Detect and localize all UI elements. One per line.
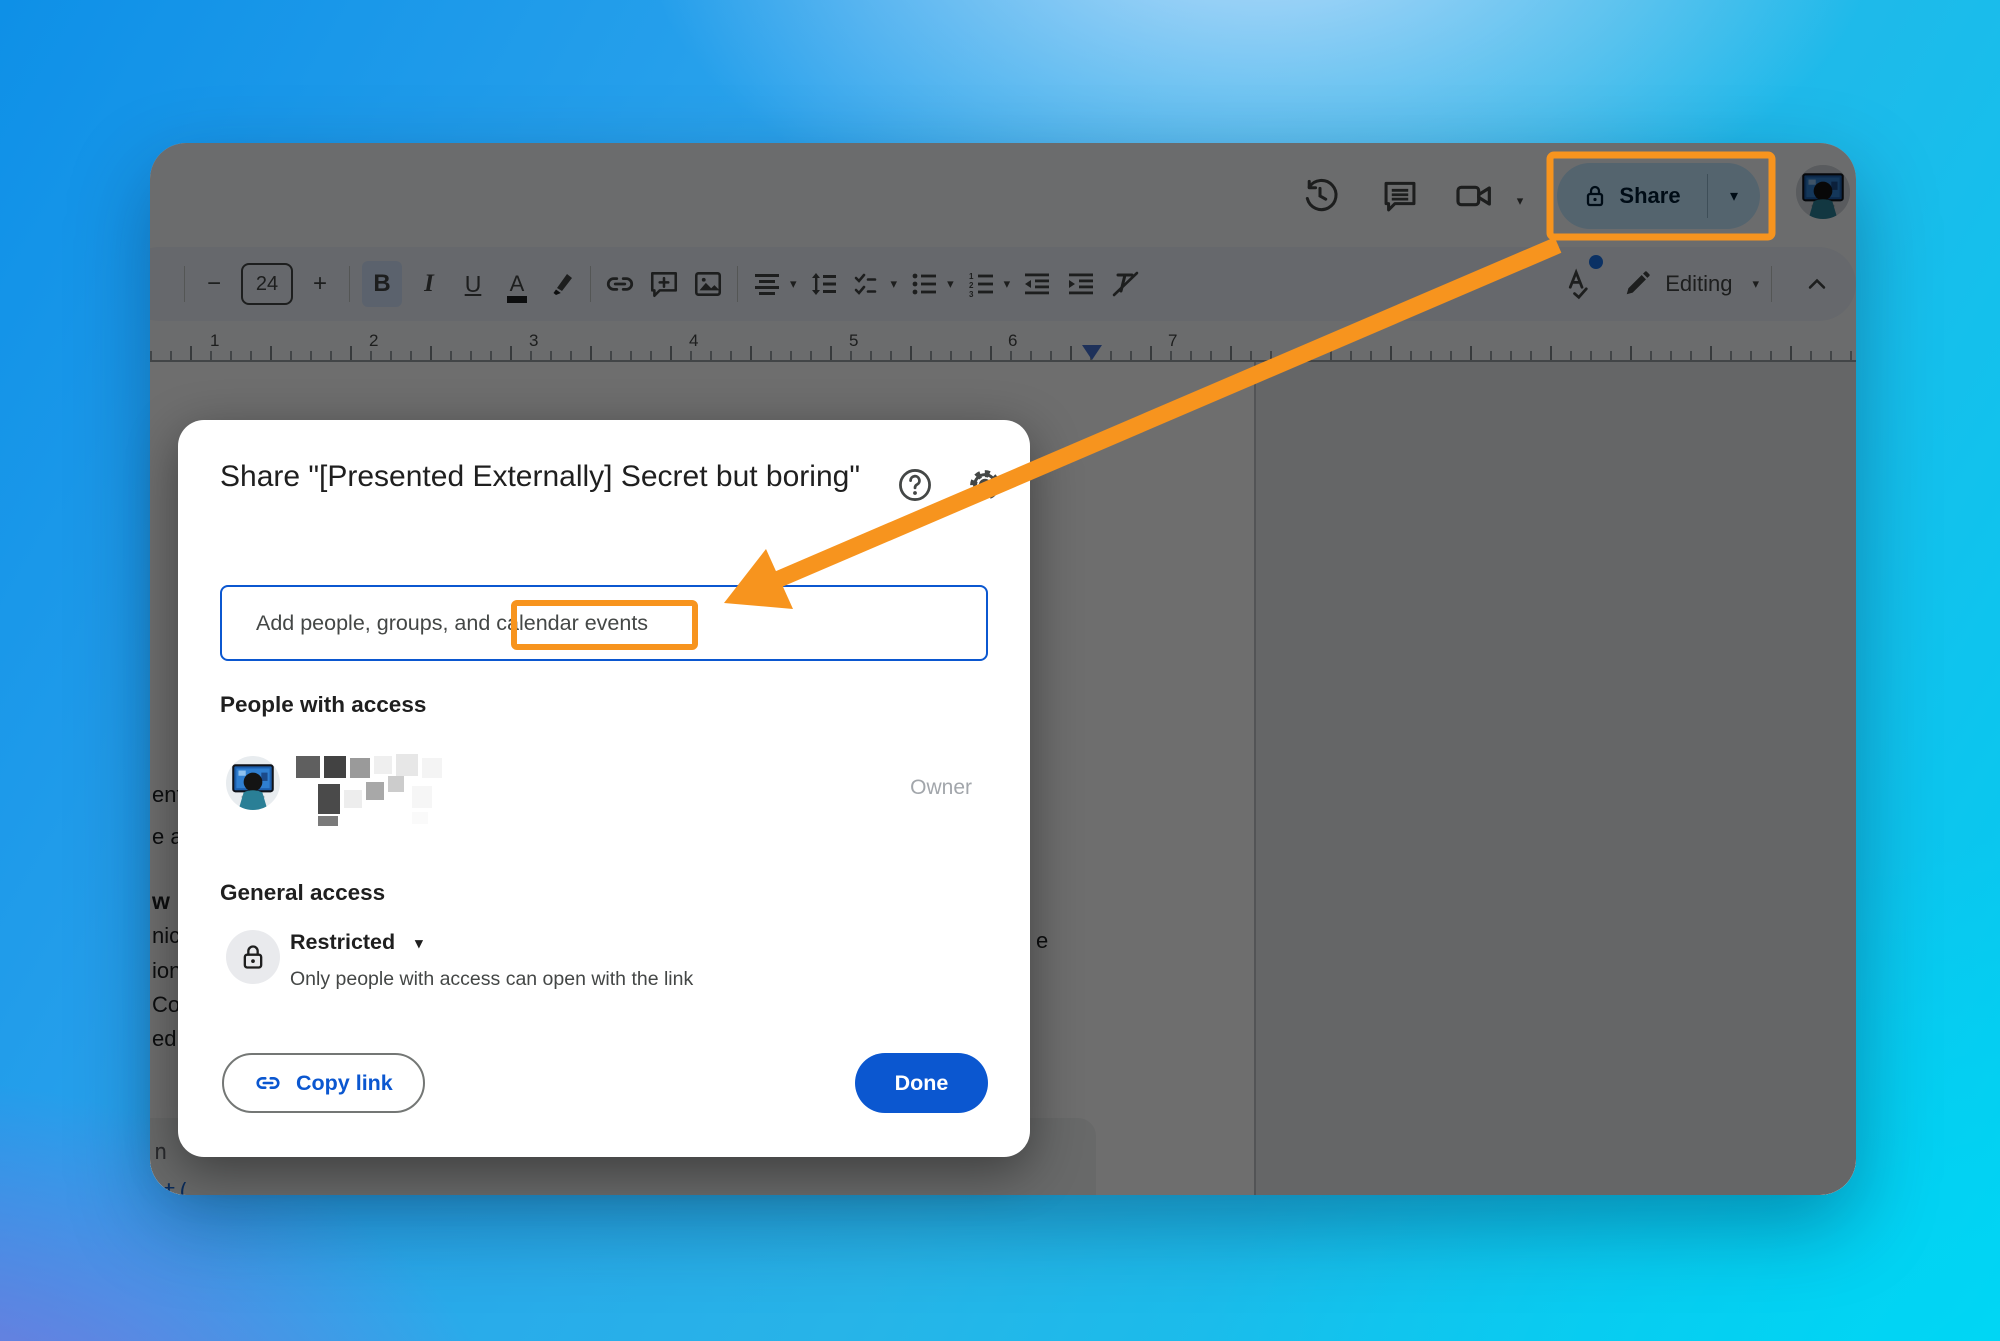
help-button[interactable]: [896, 466, 934, 504]
share-settings-button[interactable]: [966, 466, 1004, 504]
access-level-label: Restricted: [290, 930, 395, 955]
owner-role-label: Owner: [910, 776, 972, 800]
gear-icon: [966, 466, 1004, 504]
copy-link-button[interactable]: Copy link: [222, 1053, 425, 1113]
add-people-input[interactable]: [222, 587, 986, 659]
person-at-computer-avatar: [226, 756, 280, 810]
dialog-title: Share "[Presented Externally] Secret but…: [220, 454, 868, 501]
done-button[interactable]: Done: [855, 1053, 988, 1113]
owner-avatar: [226, 756, 280, 810]
help-icon: [896, 466, 934, 504]
restricted-lock-badge: [226, 930, 280, 984]
desktop-background: ▾ Share ▾: [0, 0, 2000, 1341]
caret-down-icon: ▾: [415, 934, 423, 952]
add-people-field: [220, 585, 988, 661]
general-access-dropdown[interactable]: Restricted ▾: [290, 930, 423, 955]
people-with-access-heading: People with access: [220, 692, 426, 718]
general-access-heading: General access: [220, 880, 385, 906]
lock-icon: [239, 943, 267, 971]
link-icon: [254, 1069, 282, 1097]
redacted-owner-name: [296, 754, 456, 826]
access-description: Only people with access can open with th…: [290, 968, 693, 991]
share-dialog: Share "[Presented Externally] Secret but…: [178, 420, 1030, 1157]
copy-link-label: Copy link: [296, 1071, 393, 1096]
